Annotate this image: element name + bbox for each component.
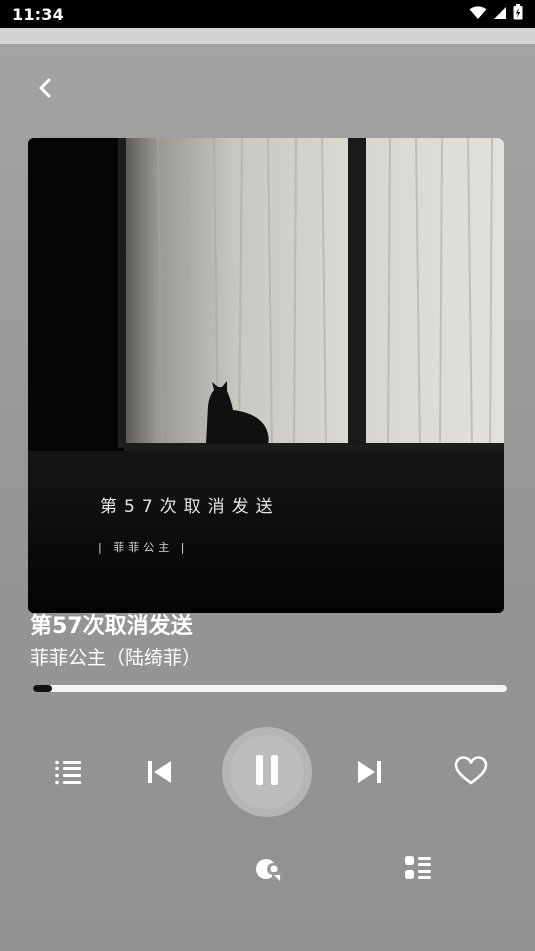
playlist-button[interactable]	[48, 754, 88, 794]
signal-icon	[493, 5, 507, 24]
top-strip	[0, 28, 535, 44]
song-title: 第57次取消发送	[30, 614, 193, 639]
next-button[interactable]	[350, 754, 390, 794]
skip-next-icon	[354, 756, 386, 792]
battery-icon	[513, 4, 523, 24]
share-button[interactable]	[250, 853, 286, 889]
progress-fill	[33, 685, 52, 692]
more-button[interactable]	[400, 852, 436, 888]
wifi-icon	[469, 5, 487, 24]
back-button[interactable]	[30, 74, 62, 106]
status-icons	[469, 4, 523, 24]
status-bar: 11:34	[0, 0, 535, 28]
playlist-icon	[52, 756, 84, 792]
favorite-button[interactable]	[451, 753, 491, 793]
list-icon	[403, 853, 433, 887]
play-pause-ring	[230, 735, 304, 809]
previous-button[interactable]	[139, 754, 179, 794]
skip-previous-icon	[143, 756, 175, 792]
share-icon	[253, 854, 283, 888]
song-artist: 菲菲公主（陆绮菲）	[30, 647, 202, 669]
status-time: 11:34	[12, 4, 64, 24]
play-pause-button[interactable]	[222, 727, 312, 817]
album-art-artist: | 菲菲公主 |	[98, 541, 189, 554]
progress-bar[interactable]	[33, 685, 507, 692]
pause-icon	[252, 753, 282, 791]
chevron-left-icon	[36, 76, 56, 104]
album-art: 第57次取消发送 | 菲菲公主 |	[28, 138, 504, 613]
heart-icon	[454, 755, 488, 791]
album-art-title: 第57次取消发送	[100, 497, 280, 517]
